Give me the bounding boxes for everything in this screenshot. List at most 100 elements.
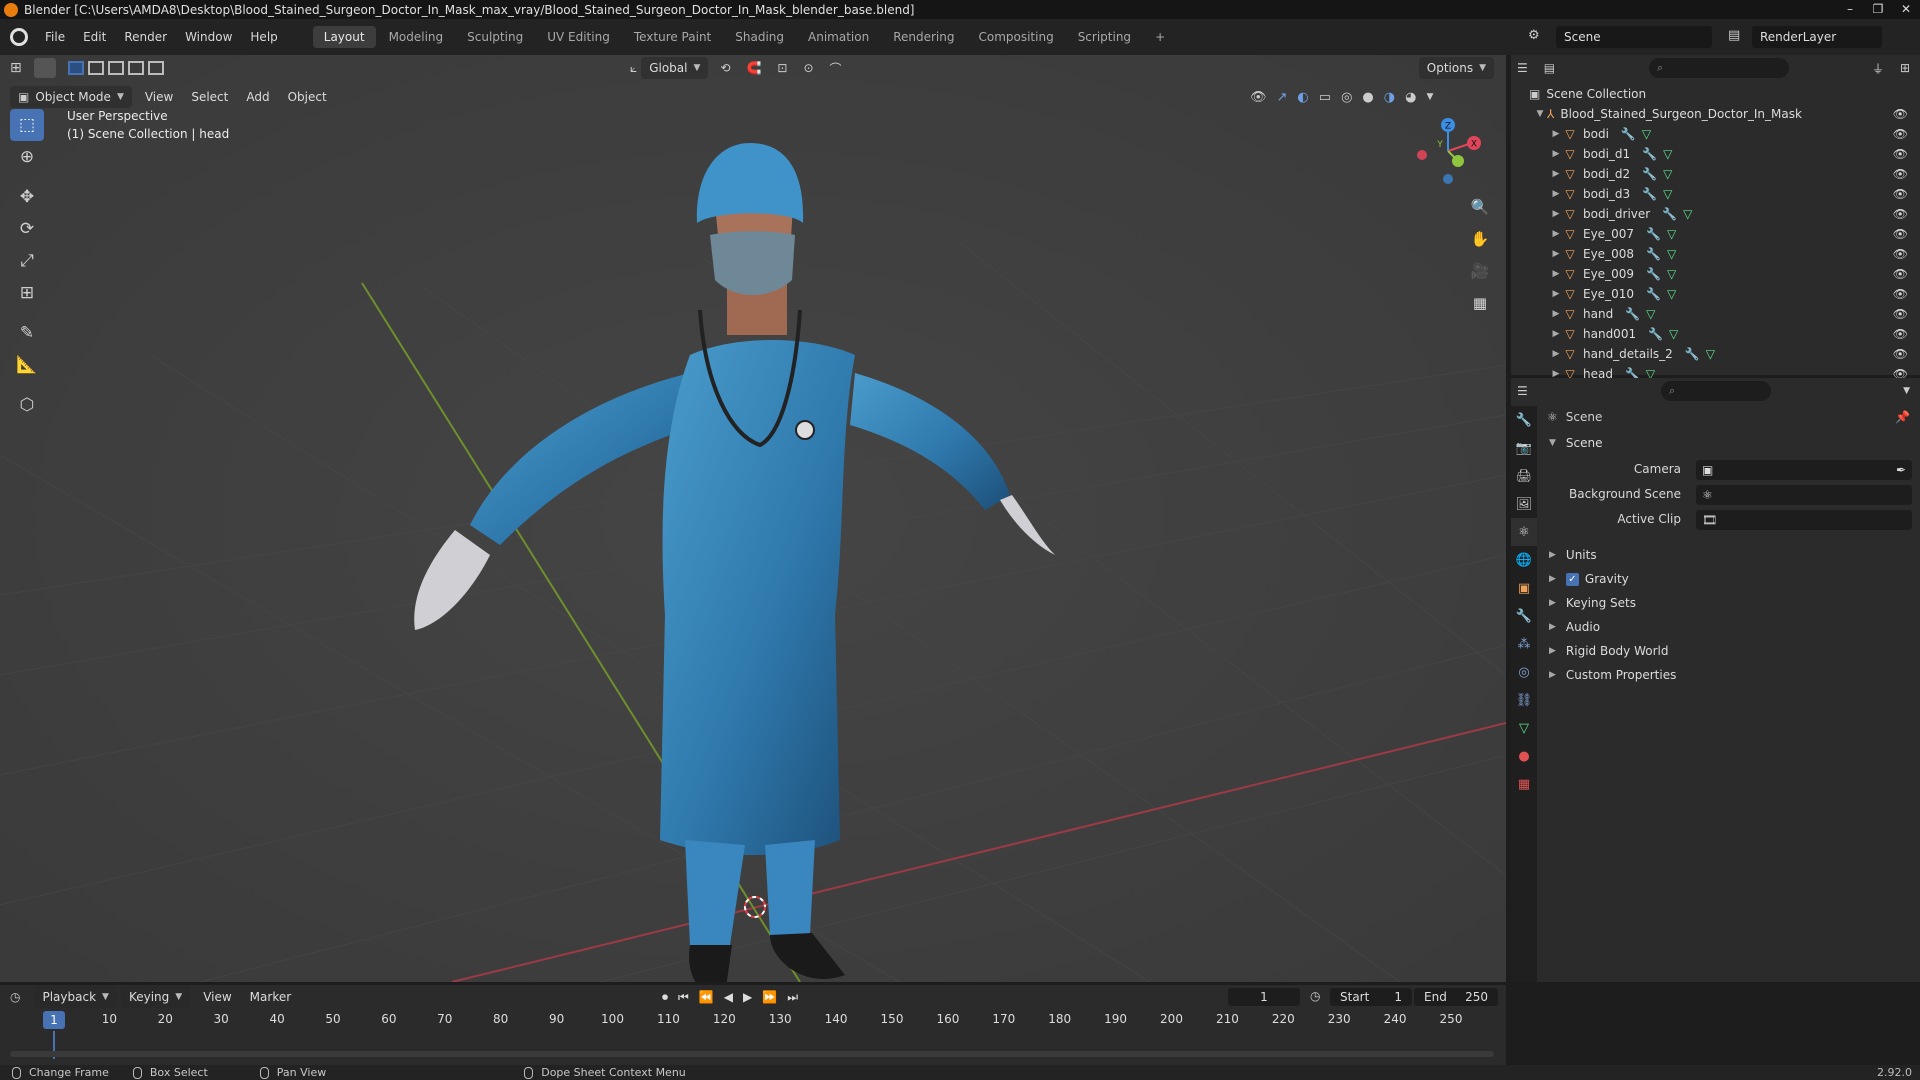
eye-icon[interactable]: 👁 — [1893, 267, 1908, 281]
tab-layout[interactable]: Layout — [312, 26, 376, 48]
falloff-icon[interactable]: ⌒ — [830, 60, 842, 77]
view-layer-selector[interactable]: RenderLayer — [1752, 26, 1882, 48]
outliner-object-row[interactable]: ▶ ▽ hand001 🔧 ▽ 👁 — [1511, 324, 1920, 344]
gizmo-toggle-icon[interactable]: ↗ — [1277, 90, 1288, 105]
camera-field[interactable]: ▣ ✒ — [1696, 460, 1912, 480]
eye-icon[interactable]: 👁 — [1893, 247, 1908, 261]
active-clip-field[interactable]: 🎞 — [1696, 510, 1912, 530]
shading-material-icon[interactable]: ◑ — [1384, 90, 1395, 105]
eye-icon[interactable]: 👁 — [1893, 107, 1908, 121]
annotate-tool-icon[interactable]: ✎ — [10, 317, 44, 349]
view-layer-icon[interactable]: ▤ — [1728, 28, 1740, 43]
eye-icon[interactable]: 👁 — [1893, 167, 1908, 181]
jump-keyframe-back-icon[interactable]: ⏪ — [699, 990, 714, 1004]
modifier-icon[interactable]: 🔧 — [1646, 267, 1661, 281]
outliner-object-row[interactable]: ▶ ▽ bodi_d1 🔧 ▽ 👁 — [1511, 144, 1920, 164]
eye-icon[interactable]: 👁 — [1893, 227, 1908, 241]
tab-rendering[interactable]: Rendering — [882, 26, 965, 48]
zoom-icon[interactable]: 🔍 — [1466, 193, 1494, 221]
tab-shading[interactable]: Shading — [724, 26, 795, 48]
jump-start-icon[interactable]: ⏮ — [678, 990, 689, 1005]
xray-toggle-icon[interactable]: ▭ — [1319, 90, 1331, 105]
collapse-arrow-icon[interactable]: ▼ — [1533, 109, 1547, 119]
navigation-gizmo[interactable]: Z X Y — [1408, 111, 1488, 191]
menu-edit[interactable]: Edit — [74, 26, 115, 48]
panel-rigid-body-world[interactable]: ▶ Rigid Body World — [1549, 644, 1668, 658]
eye-icon[interactable]: 👁 — [1893, 287, 1908, 301]
ortho-grid-icon[interactable]: ▦ — [1466, 289, 1494, 317]
play-reverse-icon[interactable]: ◀ — [724, 990, 733, 1004]
eye-icon[interactable]: 👁 — [1893, 187, 1908, 201]
playback-menu[interactable]: Playback ▼ — [34, 986, 117, 1008]
outliner-object-row[interactable]: ▶ ▽ Eye_008 🔧 ▽ 👁 — [1511, 244, 1920, 264]
tab-scripting[interactable]: Scripting — [1067, 26, 1142, 48]
rotate-tool-icon[interactable]: ⟳ — [10, 213, 44, 245]
overlay-toggle-icon[interactable]: ◐ — [1297, 90, 1308, 105]
mesh-data-icon[interactable]: ▽ — [1663, 167, 1672, 181]
modifier-icon[interactable]: 🔧 — [1642, 187, 1657, 201]
gravity-checkbox[interactable]: ✓ — [1565, 572, 1579, 586]
menu-render[interactable]: Render — [115, 26, 176, 48]
add-cube-tool-icon[interactable]: ⬡ — [10, 389, 44, 421]
expand-arrow-icon[interactable]: ▶ — [1549, 209, 1563, 219]
snap-target-icon[interactable]: ⊡ — [777, 61, 787, 75]
shading-rendered-icon[interactable]: ◕ — [1405, 90, 1416, 105]
current-frame-field[interactable]: 1 — [1228, 988, 1300, 1006]
play-icon[interactable]: ▶ — [743, 990, 752, 1004]
expand-arrow-icon[interactable]: ▶ — [1549, 309, 1563, 319]
outliner-collection-row[interactable]: ▼ ⅄ Blood_Stained_Surgeon_Doctor_In_Mask… — [1511, 104, 1920, 124]
close-button[interactable]: ✕ — [1892, 0, 1920, 19]
outliner-object-row[interactable]: ▶ ▽ bodi_d3 🔧 ▽ 👁 — [1511, 184, 1920, 204]
outliner-object-row[interactable]: ▶ ▽ bodi 🔧 ▽ 👁 — [1511, 124, 1920, 144]
pin-icon[interactable]: 📌 — [1895, 410, 1910, 424]
select-mode-invert-icon[interactable] — [127, 61, 144, 75]
start-frame-field[interactable]: Start 1 — [1330, 988, 1412, 1006]
timeline-ruler[interactable]: 1 10 20 30 40 50 60 70 80 90 100 110 120 130 140 150 160… — [8, 1009, 1498, 1031]
view-layer-tab-icon[interactable]: 🖼 — [1511, 490, 1537, 518]
constraints-tab-icon[interactable]: ⛓ — [1511, 686, 1537, 714]
jump-end-icon[interactable]: ⏭ — [787, 990, 798, 1005]
render-tab-icon[interactable]: 📷 — [1511, 434, 1537, 462]
pan-hand-icon[interactable]: ✋ — [1466, 225, 1494, 253]
select-box-tool-icon[interactable]: ⬚ — [10, 109, 44, 141]
menu-file[interactable]: File — [36, 26, 74, 48]
tab-sculpting[interactable]: Sculpting — [456, 26, 534, 48]
timeline-marker-menu[interactable]: Marker — [241, 990, 300, 1004]
eye-icon[interactable]: 👁 — [1893, 307, 1908, 321]
expand-arrow-icon[interactable]: ▶ — [1549, 189, 1563, 199]
mode-dropdown[interactable]: ▣ Object Mode ▼ — [10, 86, 132, 108]
editor-type-icon[interactable]: ⊞ — [10, 60, 22, 76]
modifier-icon[interactable]: 🔧 — [1685, 347, 1700, 361]
expand-arrow-icon[interactable]: ▶ — [1549, 169, 1563, 179]
eye-icon[interactable]: 👁 — [1893, 127, 1908, 141]
modifier-icon[interactable]: 🔧 — [1642, 147, 1657, 161]
menu-help[interactable]: Help — [241, 26, 286, 48]
eyedropper-icon[interactable]: ✒ — [1896, 463, 1906, 477]
modifier-icon[interactable]: 🔧 — [1662, 207, 1677, 221]
shading-solid-icon[interactable]: ● — [1362, 90, 1373, 105]
expand-arrow-icon[interactable]: ▶ — [1549, 329, 1563, 339]
expand-arrow-icon[interactable]: ▶ — [1549, 229, 1563, 239]
jump-keyframe-forward-icon[interactable]: ⏩ — [762, 990, 777, 1004]
eye-icon[interactable]: 👁 — [1893, 147, 1908, 161]
outliner-object-row[interactable]: ▶ ▽ Eye_010 🔧 ▽ 👁 — [1511, 284, 1920, 304]
mesh-data-icon[interactable]: ▽ — [1667, 287, 1676, 301]
timeline-view-menu[interactable]: View — [194, 990, 240, 1004]
output-tab-icon[interactable]: 🖨 — [1511, 462, 1537, 490]
select-mode-extend-icon[interactable] — [87, 61, 104, 75]
select-tool-icon[interactable] — [33, 58, 56, 78]
texture-tab-icon[interactable]: ▦ — [1511, 770, 1537, 798]
viewport-menu-object[interactable]: Object — [279, 90, 336, 104]
modifier-icon[interactable]: 🔧 — [1646, 247, 1661, 261]
modifier-icon[interactable]: 🔧 — [1642, 167, 1657, 181]
snap-icon[interactable]: 🧲 — [746, 61, 761, 75]
record-icon[interactable]: ⏺ — [662, 990, 668, 1005]
properties-options-icon[interactable]: ▼ — [1903, 386, 1910, 396]
mesh-data-icon[interactable]: ▽ — [1683, 207, 1692, 221]
mesh-data-icon[interactable]: ▽ — [1667, 227, 1676, 241]
tab-animation[interactable]: Animation — [797, 26, 880, 48]
properties-editor-icon[interactable]: ☰ — [1517, 384, 1528, 398]
timeline-scrollbar[interactable] — [10, 1051, 1494, 1057]
tab-compositing[interactable]: Compositing — [967, 26, 1064, 48]
panel-scene-header[interactable]: ▼ Scene — [1549, 436, 1603, 450]
